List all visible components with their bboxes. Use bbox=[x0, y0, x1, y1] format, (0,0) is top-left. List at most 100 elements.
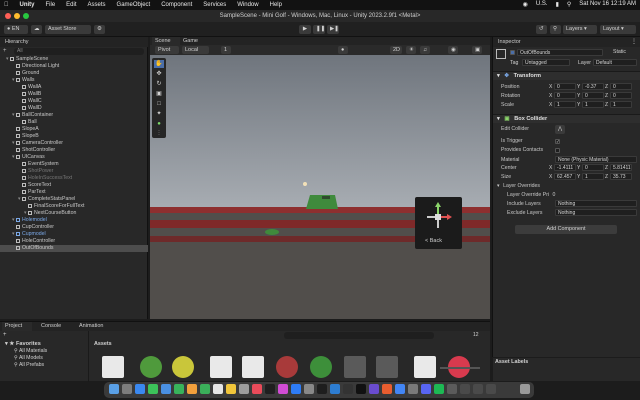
minimize-window-icon[interactable] bbox=[14, 13, 20, 19]
asset-script-icon[interactable] bbox=[102, 356, 124, 378]
system-settings-icon[interactable] bbox=[304, 384, 314, 394]
hierarchy-item[interactable]: WallC bbox=[0, 98, 148, 105]
launchpad-icon[interactable] bbox=[122, 384, 132, 394]
photos-icon[interactable] bbox=[187, 384, 197, 394]
menu-gameobject[interactable]: GameObject bbox=[117, 2, 151, 8]
asset-folder-icon[interactable] bbox=[376, 356, 398, 378]
pause-button[interactable]: ❚❚ bbox=[313, 25, 325, 34]
hierarchy-item[interactable]: Ground bbox=[0, 70, 148, 77]
finder-icon[interactable] bbox=[109, 384, 119, 394]
layer-dropdown[interactable]: Default bbox=[593, 59, 637, 66]
hierarchy-item[interactable]: FinalScoreForFullText bbox=[0, 203, 148, 210]
hierarchy-item[interactable]: SlopeB bbox=[0, 133, 148, 140]
favorites-header[interactable]: ▾ ★ Favorites bbox=[5, 341, 41, 347]
hierarchy-item[interactable]: ScoreText bbox=[0, 182, 148, 189]
hierarchy-item[interactable]: HoleController bbox=[0, 238, 148, 245]
hierarchy-item[interactable]: EventSystem bbox=[0, 161, 148, 168]
menubar-clock[interactable]: Sat Nov 16 12:19 AM bbox=[579, 1, 636, 8]
active-checkbox[interactable] bbox=[510, 50, 515, 55]
collider-tool-icon[interactable]: ● bbox=[154, 120, 164, 128]
fav-all-prefabs[interactable]: ⚲ All Prefabs bbox=[14, 362, 44, 368]
edit-collider-button[interactable]: ⋀ bbox=[555, 125, 565, 134]
hierarchy-item[interactable]: ▾ NextCourseButton bbox=[0, 210, 148, 217]
scale-z-field[interactable]: 1 bbox=[610, 101, 632, 108]
hierarchy-item[interactable]: ▾ Walls bbox=[0, 77, 148, 84]
scale-tool-icon[interactable]: ▣ bbox=[154, 90, 164, 98]
chrome-icon[interactable] bbox=[395, 384, 405, 394]
hierarchy-search-input[interactable]: All bbox=[14, 48, 144, 55]
provides-contacts-checkbox[interactable] bbox=[555, 148, 560, 153]
battery-icon[interactable]: ▮ bbox=[556, 1, 559, 8]
input-source[interactable]: U.S. bbox=[536, 1, 548, 8]
rotate-tool-icon[interactable]: ↻ bbox=[154, 80, 164, 88]
transform-header[interactable]: ▾ ✥ Transform bbox=[493, 71, 640, 80]
hierarchy-item[interactable]: ShotPower bbox=[0, 168, 148, 175]
preview-icon[interactable] bbox=[408, 384, 418, 394]
local-dropdown[interactable]: Local bbox=[182, 46, 209, 54]
terminal-icon[interactable] bbox=[317, 384, 327, 394]
reminders-icon[interactable] bbox=[239, 384, 249, 394]
center-x-field[interactable]: -1.4111 bbox=[554, 164, 576, 171]
position-x-field[interactable]: 0 bbox=[554, 83, 576, 90]
add-component-button[interactable]: Add Component bbox=[515, 225, 617, 234]
app-menu[interactable]: Unity bbox=[20, 2, 35, 8]
hierarchy-item[interactable]: ▾ CompleteStatsPanel bbox=[0, 196, 148, 203]
center-y-field[interactable]: 0 bbox=[582, 164, 604, 171]
add-asset-icon[interactable]: + bbox=[3, 332, 7, 338]
vscode-icon[interactable] bbox=[330, 384, 340, 394]
discord-icon[interactable] bbox=[421, 384, 431, 394]
asset-store-button[interactable]: Asset Store bbox=[45, 25, 91, 34]
close-window-icon[interactable] bbox=[5, 13, 11, 19]
scale-y-field[interactable]: 1 bbox=[582, 101, 604, 108]
hierarchy-item[interactable]: HoleInSuccessText bbox=[0, 175, 148, 182]
exclude-layers-dropdown[interactable]: Nothing bbox=[555, 209, 637, 216]
size-z-field[interactable]: 35.73 bbox=[610, 173, 632, 180]
scale-x-field[interactable]: 1 bbox=[554, 101, 576, 108]
menu-assets[interactable]: Assets bbox=[88, 2, 106, 8]
asset-script-icon[interactable] bbox=[210, 356, 232, 378]
menu-edit[interactable]: Edit bbox=[66, 2, 76, 8]
rotation-x-field[interactable]: 0 bbox=[554, 92, 576, 99]
transform-tool-icon[interactable]: ✦ bbox=[154, 110, 164, 118]
lighting-icon[interactable]: ☀ bbox=[406, 46, 416, 54]
menu-services[interactable]: Services bbox=[203, 2, 226, 8]
fav-all-materials[interactable]: ⚲ All Materials bbox=[14, 348, 47, 354]
shading-mode-icon[interactable]: ● bbox=[338, 46, 348, 54]
move-tool-icon[interactable]: ✥ bbox=[154, 70, 164, 78]
hierarchy-item[interactable]: Ball bbox=[0, 119, 148, 126]
trash-icon[interactable] bbox=[520, 384, 530, 394]
tab-animation[interactable]: Animation bbox=[76, 322, 116, 331]
asset-material-icon[interactable] bbox=[172, 356, 194, 378]
hierarchy-item[interactable]: ▾ BallContainer bbox=[0, 112, 148, 119]
search-toolbar-icon[interactable]: ⚲ bbox=[550, 25, 561, 34]
hierarchy-item[interactable]: ParText bbox=[0, 189, 148, 196]
size-x-field[interactable]: 62.457 bbox=[554, 173, 576, 180]
add-object-icon[interactable]: + bbox=[3, 48, 13, 55]
maps-icon[interactable] bbox=[174, 384, 184, 394]
screenshots-stack-icon[interactable] bbox=[486, 384, 496, 394]
audio-icon[interactable]: ♫ bbox=[420, 46, 430, 54]
messages-icon[interactable] bbox=[148, 384, 158, 394]
back-view-label[interactable]: < Back bbox=[425, 238, 442, 244]
menu-window[interactable]: Window bbox=[237, 2, 258, 8]
hierarchy-tab[interactable]: Hierarchy bbox=[2, 37, 29, 47]
play-button[interactable]: ▶ bbox=[299, 25, 311, 34]
hierarchy-item[interactable]: WallA bbox=[0, 84, 148, 91]
wifi-icon[interactable]: ◉ bbox=[523, 1, 528, 8]
unity-hub-icon[interactable] bbox=[343, 384, 353, 394]
documents-stack-icon[interactable] bbox=[473, 384, 483, 394]
step-button[interactable]: ▶❚ bbox=[327, 25, 339, 34]
project-search-input[interactable] bbox=[284, 332, 434, 339]
mode-2d-button[interactable]: 2D bbox=[390, 46, 402, 54]
mail-icon[interactable] bbox=[161, 384, 171, 394]
static-toggle[interactable]: Static bbox=[613, 49, 626, 55]
tab-scene[interactable]: Scene bbox=[152, 37, 180, 45]
asset-material-icon[interactable] bbox=[276, 356, 298, 378]
tag-dropdown[interactable]: Untagged bbox=[522, 59, 570, 66]
hierarchy-item[interactable]: CupController bbox=[0, 224, 148, 231]
settings-icon[interactable]: ⚙ bbox=[94, 25, 105, 34]
hierarchy-item[interactable]: OutOfBounds bbox=[0, 245, 148, 252]
layer-priority-value[interactable]: 0 bbox=[553, 192, 556, 198]
gizmos-icon[interactable]: ◉ bbox=[448, 46, 458, 54]
tv-icon[interactable] bbox=[265, 384, 275, 394]
